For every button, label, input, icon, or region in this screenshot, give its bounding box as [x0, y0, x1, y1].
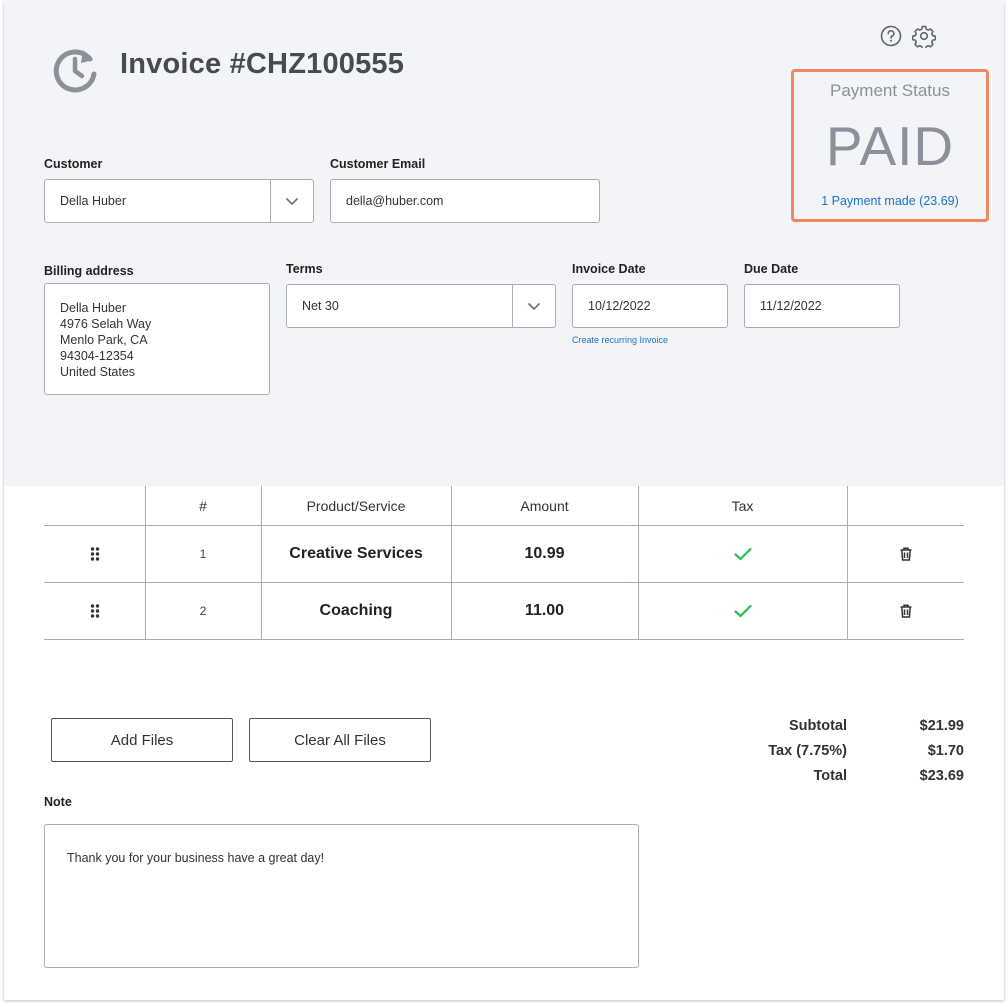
column-header-number: # — [199, 497, 207, 514]
payment-status-label: Payment Status — [829, 81, 950, 100]
invoice-date-label: Invoice Date — [572, 262, 646, 276]
due-date-label: Due Date — [744, 262, 799, 276]
due-date-field[interactable]: 11/12/2022 — [744, 284, 900, 328]
payment-status-card: Payment Status PAID 1 Payment made (23.6… — [791, 69, 989, 222]
billing-line: Menlo Park, CA — [60, 333, 148, 347]
column-header-tax: Tax — [731, 497, 754, 514]
billing-address-field[interactable]: Della Huber 4976 Selah Way Menlo Park, C… — [44, 283, 270, 395]
row-divider — [44, 639, 964, 640]
help-icon[interactable] — [880, 25, 902, 47]
table-row: 1 Creative Services 10.99 — [44, 526, 964, 582]
payment-status-value: PAID — [825, 115, 955, 177]
row-amount[interactable]: 11.00 — [451, 583, 638, 639]
total-label: Total — [813, 768, 847, 784]
row-product[interactable]: Creative Services — [261, 526, 451, 582]
billing-line: 94304-12354 — [60, 349, 134, 363]
checkmark-icon — [733, 604, 752, 618]
column-header-amount: Amount — [520, 497, 569, 514]
note-textarea[interactable]: Thank you for your business have a great… — [44, 824, 639, 968]
note-label: Note — [44, 795, 72, 809]
invoice-date-field[interactable]: 10/12/2022 — [572, 284, 728, 328]
subtotal-value: $21.99 — [919, 718, 964, 734]
row-number: 2 — [199, 604, 207, 618]
chevron-down-icon — [527, 302, 541, 310]
subtotal-label: Subtotal — [789, 718, 847, 734]
row-tax-toggle[interactable] — [638, 583, 847, 639]
customer-email-value: della@huber.com — [346, 194, 444, 208]
customer-label: Customer — [44, 157, 103, 171]
billing-line: 4976 Selah Way — [60, 317, 152, 331]
add-files-button[interactable]: Add Files — [51, 718, 233, 762]
billing-line: Della Huber — [60, 301, 127, 315]
trash-icon — [900, 604, 911, 618]
clear-all-files-button[interactable]: Clear All Files — [249, 718, 431, 762]
invoice-card: Invoice #CHZ100555 Payment Status PAID 1… — [4, 0, 1004, 1000]
trash-icon — [900, 547, 911, 561]
customer-email-field[interactable]: della@huber.com — [330, 179, 600, 223]
customer-email-label: Customer Email — [330, 157, 426, 171]
table-header-row: # Product/Service Amount Tax — [44, 486, 964, 525]
drag-handle-icon — [90, 604, 99, 618]
column-header-product: Product/Service — [306, 497, 406, 514]
gear-icon[interactable] — [912, 24, 936, 48]
recurring-clock-icon[interactable] — [50, 44, 100, 94]
payment-made-link[interactable]: 1 Payment made (23.69) — [794, 194, 986, 208]
row-tax-toggle[interactable] — [638, 526, 847, 582]
tax-label: Tax (7.75%) — [768, 743, 847, 759]
terms-select[interactable]: Net 30 — [286, 284, 556, 328]
chevron-down-icon — [285, 197, 299, 205]
total-value: $23.69 — [919, 768, 964, 784]
customer-dropdown-button[interactable] — [270, 180, 313, 222]
invoice-date-value: 10/12/2022 — [588, 299, 651, 313]
due-date-value: 11/12/2022 — [760, 299, 822, 313]
drag-handle[interactable] — [44, 583, 145, 639]
page-title: Invoice #CHZ100555 — [120, 48, 405, 80]
create-recurring-invoice-link[interactable]: Create recurring Invoice — [572, 335, 668, 345]
delete-row-button[interactable] — [847, 583, 964, 639]
checkmark-icon — [733, 547, 752, 561]
terms-dropdown-button[interactable] — [512, 285, 555, 327]
billing-line: United States — [60, 365, 136, 379]
row-number: 1 — [199, 547, 207, 561]
note-text: Thank you for your business have a great… — [67, 851, 325, 865]
tax-value: $1.70 — [927, 743, 964, 759]
row-product[interactable]: Coaching — [261, 583, 451, 639]
terms-value: Net 30 — [302, 299, 339, 313]
drag-handle-icon — [90, 547, 99, 561]
row-amount[interactable]: 10.99 — [451, 526, 638, 582]
billing-address-label: Billing address — [44, 264, 134, 278]
customer-value: Della Huber — [60, 194, 127, 208]
drag-handle[interactable] — [44, 526, 145, 582]
delete-row-button[interactable] — [847, 526, 964, 582]
customer-select[interactable]: Della Huber — [44, 179, 314, 223]
terms-label: Terms — [286, 262, 323, 276]
table-row: 2 Coaching 11.00 — [44, 583, 964, 639]
